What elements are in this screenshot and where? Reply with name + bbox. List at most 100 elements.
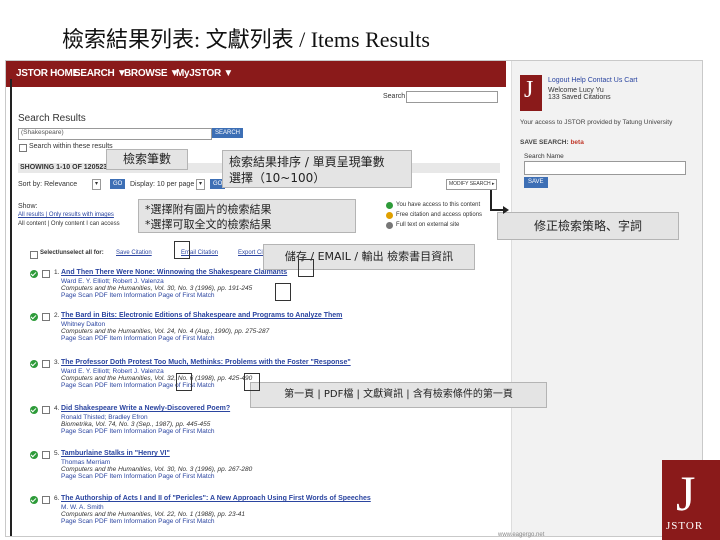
result-source: Computers and the Humanities, Vol. 30, N… [61,466,253,473]
highlight-box [174,241,190,259]
display-dropdown[interactable]: ▾ [196,179,206,190]
access-check-icon [30,360,38,368]
annotation-filter: *選擇附有圖片的檢索結果 *選擇可取全文的檢索結果 [138,199,356,233]
nav-browse[interactable]: BROWSE ▼ [124,68,180,79]
annotation-sort-line1: 檢索結果排序 / 單頁呈現筆數 [229,155,385,169]
legend-citation: Free citation and access options [396,212,483,218]
result-number: 5. [54,450,60,457]
footer-url: www.eagergo.net [498,532,545,538]
jstor-logo-small: J [520,75,542,111]
search-results-heading: Search Results [18,113,86,124]
save-search-label: SAVE SEARCH: [520,139,569,146]
search-label: Search [383,93,406,100]
result-source: Computers and the Humanities, Vol. 22, N… [61,511,246,518]
save-search-button[interactable]: SAVE [524,177,548,188]
result-title-link[interactable]: And Then There Were None: Winnowing the … [61,269,287,276]
show-access-filter[interactable]: All content | Only content I can access [18,221,120,227]
modify-arrow-vertical [490,190,492,210]
result-authors[interactable]: Thomas Merriam [61,459,110,466]
display-label: Display: 10 per page [130,181,195,188]
result-number: 2. [54,312,60,319]
jstor-screenshot: JSTOR HOME SEARCH ▼ BROWSE ▼ MyJSTOR ▼ J… [5,60,703,537]
access-check-icon [30,496,38,504]
result-checkbox[interactable] [42,313,50,321]
result-checkbox[interactable] [42,360,50,368]
result-checkbox[interactable] [42,406,50,414]
annotation-modify: 修正檢索策略、字詞 [497,212,679,240]
access-check-icon [30,270,38,278]
result-source: Computers and the Humanities, Vol. 32, N… [61,375,253,382]
sort-label: Sort by: Relevance [18,181,78,188]
result-number: 4. [54,405,60,412]
highlight-box [176,373,192,391]
modify-arrow-horizontal [490,209,504,211]
beta-badge: beta [570,139,584,146]
result-links[interactable]: Page Scan PDF Item Information Page of F… [61,335,215,342]
modify-search-button[interactable]: MODIFY SEARCH ▸ [446,179,498,190]
result-checkbox[interactable] [42,496,50,504]
result-links[interactable]: Page Scan PDF Item Information Page of F… [61,292,215,299]
access-check-icon [30,406,38,414]
search-button[interactable]: SEARCH [212,128,244,138]
result-links[interactable]: Page Scan PDF Item Information Page of F… [61,428,215,435]
result-checkbox[interactable] [42,270,50,278]
sort-go-button[interactable]: GO [110,179,126,189]
sort-dropdown[interactable]: ▾ [92,179,102,190]
result-title-link[interactable]: Did Shakespeare Write a Newly-Discovered… [61,405,230,412]
save-search-heading: SAVE SEARCH: beta [520,139,584,146]
left-edge-marker [10,79,12,536]
search-name-input[interactable] [524,161,686,175]
search-name-label: Search Name [524,153,564,160]
result-source: Biometrika, Vol. 74, No. 3 (Sep., 1987),… [61,421,211,428]
result-authors[interactable]: Ronald Thisted; Bradley Efron [61,414,148,421]
result-source: Computers and the Humanities, Vol. 30, N… [61,285,253,292]
annotation-sort: 檢索結果排序 / 單頁呈現筆數 選擇（10~100） [222,150,412,188]
result-number: 6. [54,495,60,502]
nav-home[interactable]: JSTOR HOME [16,68,79,79]
access-check-icon [30,313,38,321]
top-search-input[interactable] [406,91,498,103]
result-authors[interactable]: M. W. A. Smith [61,504,104,511]
query-input[interactable]: (Shakespeare) [18,128,212,140]
result-links[interactable]: Page Scan PDF Item Information Page of F… [61,518,215,525]
result-title-link[interactable]: The Authorship of Acts I and II of "Peri… [61,495,371,502]
result-source: Computers and the Humanities, Vol. 24, N… [61,328,270,335]
legend-access: You have access to this content [396,202,481,208]
show-images-filter[interactable]: All results | Only results with images [18,212,114,218]
welcome-text: Welcome Lucy Yu [548,87,604,94]
within-checkbox[interactable] [19,144,27,152]
nav-myjstor[interactable]: MyJSTOR ▼ [176,68,233,79]
modify-arrowhead-icon [503,206,509,214]
result-title-link[interactable]: The Bard in Bits: Electronic Editions of… [61,312,342,319]
save-citation-link[interactable]: Save Citation [116,250,152,256]
account-links[interactable]: Logout Help Contact Us Cart [548,77,638,84]
external-legend-icon [386,222,393,229]
annotation-filter-line2: *選擇可取全文的檢索結果 [145,218,272,231]
within-label: Search within these results [29,143,113,150]
result-authors[interactable]: Ward E. Y. Elliott; Robert J. Valenza [61,368,164,375]
showing-count: SHOWING 1-10 OF 120523 [20,164,108,171]
show-label: Show: [18,203,38,210]
jstor-logo-large: J JSTOR [662,460,720,540]
saved-citations-link[interactable]: 133 Saved Citations [548,94,611,101]
highlight-box [298,259,314,277]
result-authors[interactable]: Ward E. Y. Elliott; Robert J. Valenza [61,278,164,285]
access-check-icon [30,451,38,459]
access-legend-icon [386,202,393,209]
result-authors[interactable]: Whitney Dalton [61,321,105,328]
result-number: 3. [54,359,60,366]
select-all-label: Select/unselect all for: [40,250,104,256]
result-links[interactable]: Page Scan PDF Item Information Page of F… [61,473,215,480]
result-number: 1. [54,269,60,276]
annotation-count: 檢索筆數 [106,149,188,170]
select-all-checkbox[interactable] [30,251,38,259]
result-title-link[interactable]: The Professor Doth Protest Too Much, Met… [61,359,351,366]
nav-search[interactable]: SEARCH ▼ [74,68,127,79]
annotation-export: 儲存 / EMAIL / 輸出 檢索書目資訊 [263,244,475,270]
legend-external: Full text on external site [396,222,460,228]
highlight-box [275,283,291,301]
jstor-nav-bar: JSTOR HOME SEARCH ▼ BROWSE ▼ MyJSTOR ▼ [6,61,506,87]
result-checkbox[interactable] [42,451,50,459]
highlight-box [244,373,260,391]
result-title-link[interactable]: Tamburlaine Stalks in "Henry VI" [61,450,170,457]
